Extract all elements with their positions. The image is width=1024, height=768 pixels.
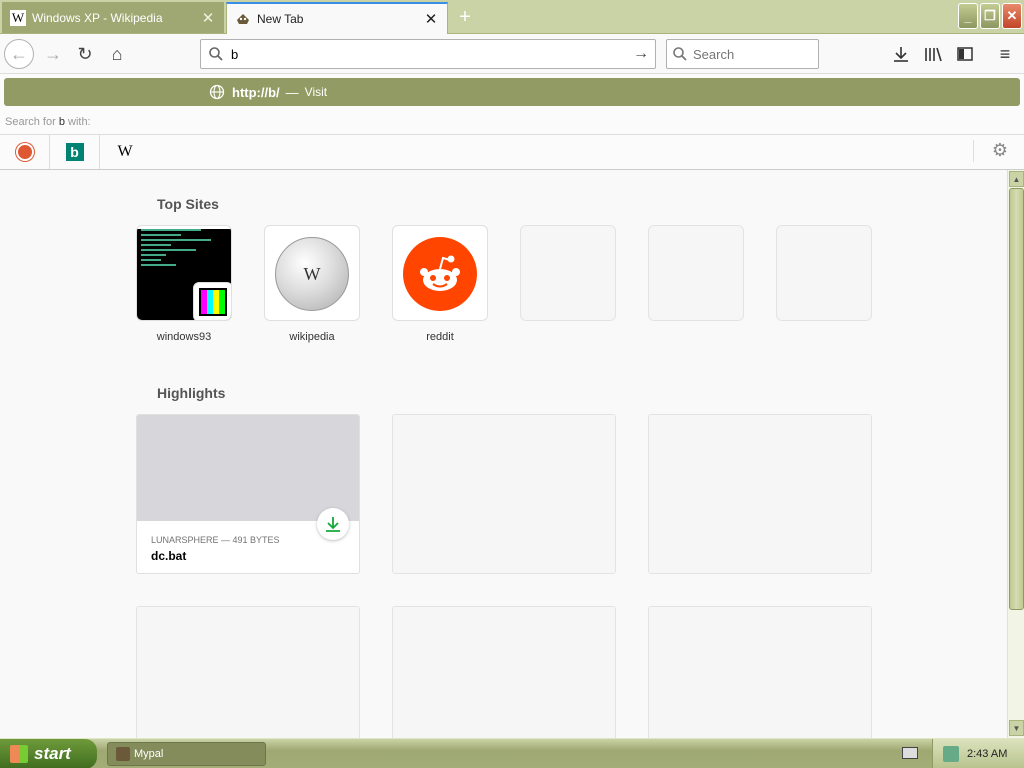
start-button[interactable]: start [0,739,97,768]
highlight-card-empty [136,606,360,738]
tab-windows-xp-wikipedia[interactable]: W Windows XP - Wikipedia ✕ [2,2,224,33]
taskbar: start Mypal 2:43 AM [0,738,1024,768]
sidebar-button[interactable] [950,39,980,69]
suggestion-separator: — [285,84,299,100]
downloads-button[interactable] [886,39,916,69]
maximize-button[interactable]: ❐ [980,3,1000,29]
search-engine-bar: b W [0,134,1024,169]
close-icon[interactable]: ✕ [423,11,439,28]
highlight-card-empty [648,414,872,574]
tab-title: New Tab [257,12,304,26]
scroll-down-arrow-icon[interactable]: ▼ [1009,720,1024,736]
highlight-card-empty [392,606,616,738]
bing-icon: b [65,142,84,161]
tab-title: Windows XP - Wikipedia [32,10,163,25]
url-suggestion-popup: http://b/ — Visit Search for b with: b W… [0,74,1024,170]
search-input[interactable] [693,46,818,62]
top-site-tile-empty[interactable] [520,225,616,321]
wikipedia-favicon-icon: W [10,9,26,26]
highlight-preview [137,415,359,521]
top-site-label: windows93 [156,331,212,343]
bing-engine-button[interactable]: b [50,134,100,169]
duckduckgo-engine-button[interactable] [0,134,50,169]
highlight-card-empty [392,414,616,574]
reload-button[interactable]: ↻ [70,39,100,69]
highlight-card-dc-bat[interactable]: LUNARSPHERE — 491 BYTES dc.bat [136,414,360,574]
top-site-tile-windows93[interactable] [136,225,232,321]
windows93-logo-icon [193,282,231,320]
reddit-logo-icon [403,237,477,311]
close-window-button[interactable]: ✕ [1002,3,1022,29]
start-label: start [34,744,71,763]
duckduckgo-icon [15,142,34,161]
search-box[interactable] [666,39,819,69]
navigation-toolbar: ← → ↻ ⌂ → ≡ [0,34,1024,74]
back-button[interactable]: ← [4,39,34,69]
highlight-title: dc.bat [151,549,187,563]
mypal-icon [116,747,130,761]
library-button[interactable] [918,39,948,69]
highlight-card-empty [648,606,872,738]
wikipedia-globe-icon: W [275,237,349,311]
highlight-meta: LUNARSPHERE — 491 BYTES [151,535,280,545]
top-site-tile-wikipedia[interactable]: W [264,225,360,321]
suggestion-action: Visit [304,85,328,99]
sidebar-icon [957,47,973,61]
menu-button[interactable]: ≡ [990,39,1020,69]
scrollbar-thumb[interactable] [1009,188,1024,610]
mypal-favicon-icon [235,11,251,27]
top-sites-title: Top Sites [157,196,219,212]
close-icon[interactable]: ✕ [200,10,216,27]
search-for-suffix: with: [68,116,91,128]
taskbar-item-mypal[interactable]: Mypal [107,742,266,766]
search-icon [201,46,231,62]
search-icon [667,46,693,62]
home-button[interactable]: ⌂ [102,39,132,69]
download-icon [317,508,349,540]
top-site-tile-empty[interactable] [648,225,744,321]
highlights-title: Highlights [157,385,226,401]
tab-new-tab[interactable]: New Tab ✕ [226,2,448,34]
search-for-prefix: Search for [5,116,56,128]
url-bar[interactable]: → [200,39,656,69]
top-site-tile-reddit[interactable] [392,225,488,321]
window-controls: _ ❐ ✕ [958,3,1022,29]
forward-button[interactable]: → [38,39,68,69]
system-tray: 2:43 AM [932,739,1024,768]
minimize-button[interactable]: _ [958,3,978,29]
clock[interactable]: 2:43 AM [967,748,1007,760]
divider [973,140,974,162]
search-for-query: b [58,116,65,128]
url-input[interactable] [231,46,627,62]
new-tab-page: Top Sites windows93 W wikipedia reddit H… [6,170,1007,738]
top-site-tile-empty[interactable] [776,225,872,321]
wikipedia-engine-button[interactable]: W [100,135,150,169]
download-icon [894,47,908,62]
tab-strip: W Windows XP - Wikipedia ✕ New Tab ✕ + _… [0,0,1024,34]
suggestion-row[interactable]: http://b/ — Visit [4,78,1020,106]
windows-flag-icon [10,745,28,763]
vertical-scrollbar[interactable]: ▲ ▼ [1007,170,1024,738]
globe-icon [208,83,226,101]
keyboard-icon[interactable] [902,747,918,759]
network-icon[interactable] [943,746,959,762]
top-site-label: wikipedia [289,331,335,343]
wikipedia-icon: W [117,142,133,160]
taskbar-item-label: Mypal [134,748,164,760]
gear-icon[interactable]: ⚙ [992,140,1008,161]
library-icon [925,47,942,62]
search-for-label: Search for b with: [5,116,91,128]
go-arrow-icon[interactable]: → [627,45,655,63]
new-tab-button[interactable]: + [452,4,478,30]
top-site-label: reddit [426,331,454,343]
scroll-up-arrow-icon[interactable]: ▲ [1009,171,1024,187]
suggestion-url: http://b/ [232,84,280,100]
